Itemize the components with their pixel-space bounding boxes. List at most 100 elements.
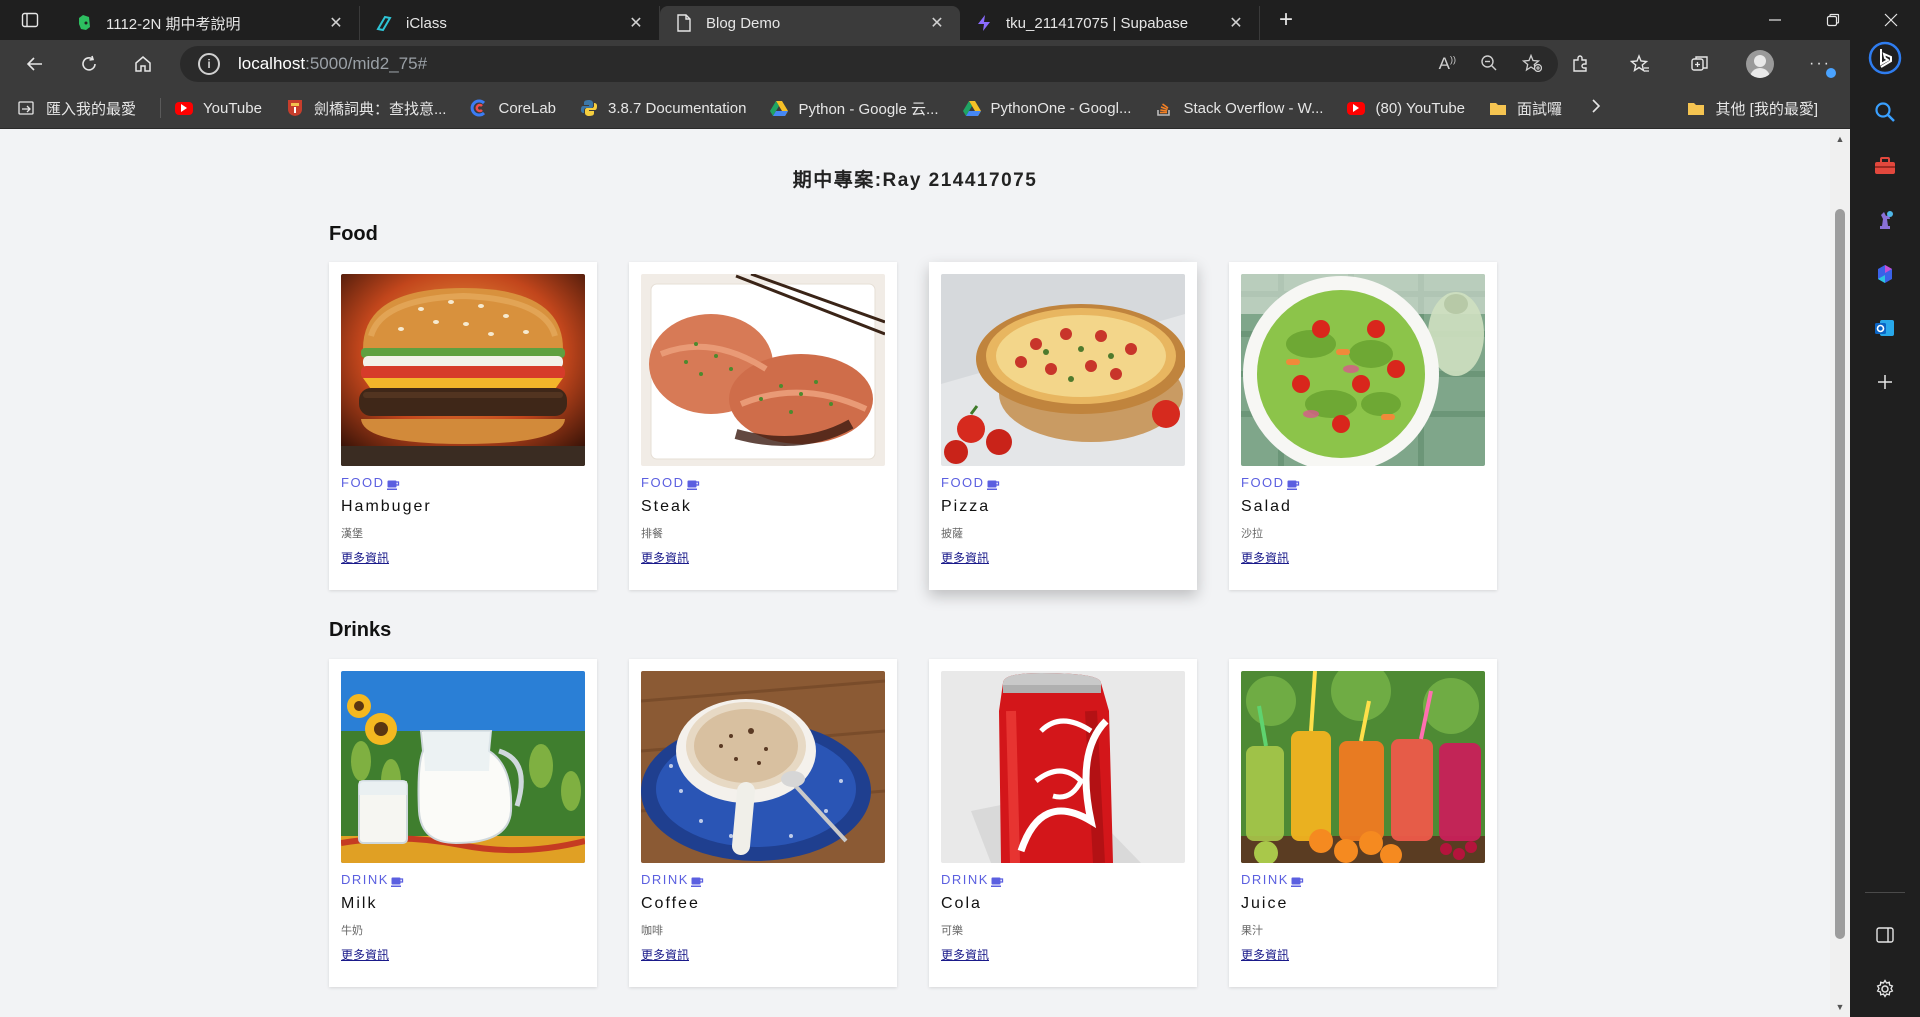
- site-info-icon[interactable]: i: [198, 53, 220, 75]
- scrollbar-thumb[interactable]: [1835, 209, 1845, 939]
- cola-image: [941, 671, 1185, 863]
- drink-card[interactable]: DRINK Cola 可樂 更多資訊: [929, 659, 1197, 987]
- supabase-icon: [974, 13, 994, 33]
- close-icon[interactable]: ✕: [627, 13, 645, 33]
- more-info-link[interactable]: 更多資訊: [1241, 946, 1289, 963]
- add-sidebar-app-button[interactable]: [1863, 360, 1907, 404]
- add-favorite-icon[interactable]: [1522, 54, 1542, 72]
- tab-actions-button[interactable]: [0, 0, 60, 40]
- restore-icon: [1826, 13, 1840, 27]
- bookmark-youtube-80[interactable]: (80) YouTube: [1347, 100, 1465, 117]
- category-text: FOOD: [641, 475, 685, 490]
- back-button[interactable]: [8, 40, 62, 88]
- food-card[interactable]: FOOD Salad 沙拉 更多資訊: [1229, 262, 1497, 590]
- close-icon[interactable]: ✕: [1227, 13, 1245, 33]
- zoom-out-icon[interactable]: [1480, 54, 1498, 72]
- read-aloud-icon[interactable]: A)): [1439, 54, 1456, 74]
- address-bar[interactable]: i localhost:5000/mid2_75# A)): [180, 46, 1558, 82]
- youtube-icon: [1347, 101, 1366, 115]
- restore-button[interactable]: [1804, 0, 1862, 40]
- category-text: DRINK: [1241, 872, 1289, 887]
- more-info-link[interactable]: 更多資訊: [1241, 549, 1289, 566]
- minimize-icon: [1769, 19, 1781, 21]
- outlook-sidebar-button[interactable]: [1863, 306, 1907, 350]
- tab-title: Blog Demo: [706, 14, 781, 32]
- tab-iclass[interactable]: iClass ✕: [360, 6, 660, 40]
- home-button[interactable]: [116, 40, 170, 88]
- settings-more-button[interactable]: ···: [1790, 40, 1850, 88]
- tab-supabase[interactable]: tku_211417075 | Supabase ✕: [960, 6, 1260, 40]
- youtube-icon: [175, 101, 194, 115]
- item-name: Juice: [1241, 895, 1289, 912]
- bookmark-other-favorites[interactable]: 其他 [我的最愛]: [1687, 98, 1818, 119]
- notification-badge-icon: [1826, 68, 1836, 78]
- drink-card[interactable]: DRINK Juice 果汁 更多資訊: [1229, 659, 1497, 987]
- page-scrollbar[interactable]: ▲ ▼: [1830, 129, 1850, 1017]
- close-icon: [1884, 13, 1898, 27]
- bookmark-folder-interview[interactable]: 面試囉: [1489, 98, 1562, 119]
- chevron-right-icon[interactable]: [1590, 98, 1602, 119]
- home-icon: [135, 56, 151, 72]
- category-label: FOOD: [941, 475, 1185, 490]
- section-title-food: Food: [329, 223, 378, 245]
- food-card[interactable]: FOOD Hambuger 漢堡 更多資訊: [329, 262, 597, 590]
- profile-button[interactable]: [1730, 40, 1790, 88]
- coffee-cup-icon: [990, 875, 1004, 887]
- new-tab-button[interactable]: +: [1266, 3, 1306, 37]
- tab-blog-demo[interactable]: Blog Demo ✕: [660, 6, 960, 40]
- collections-button[interactable]: [1670, 40, 1730, 88]
- refresh-button[interactable]: [62, 40, 116, 88]
- python-icon: [580, 99, 598, 117]
- bookmark-label: 其他 [我的最愛]: [1715, 100, 1818, 118]
- more-info-link[interactable]: 更多資訊: [641, 946, 689, 963]
- drinks-grid: DRINK Milk 牛奶 更多資訊 DRINK Coffee 咖啡 更多資訊: [329, 659, 1497, 987]
- bookmark-cambridge[interactable]: 劍橋詞典：查找意...: [286, 98, 447, 119]
- item-name: Salad: [1241, 498, 1292, 515]
- bookmark-corelab[interactable]: CoreLab: [470, 99, 556, 117]
- extensions-button[interactable]: [1550, 40, 1610, 88]
- navigation-toolbar: i localhost:5000/mid2_75# A)) ···: [0, 40, 1850, 88]
- gear-icon: [1876, 979, 1894, 998]
- hide-sidebar-button[interactable]: [1863, 913, 1907, 957]
- more-info-link[interactable]: 更多資訊: [941, 946, 989, 963]
- category-label: FOOD: [641, 475, 885, 490]
- bookmark-import-favorites[interactable]: 匯入我的最愛: [18, 98, 136, 119]
- scroll-down-icon[interactable]: ▼: [1830, 999, 1850, 1015]
- more-info-link[interactable]: 更多資訊: [941, 549, 989, 566]
- close-window-button[interactable]: [1862, 0, 1920, 40]
- close-icon[interactable]: ✕: [928, 13, 946, 33]
- games-sidebar-button[interactable]: [1863, 198, 1907, 242]
- iclass-icon: [374, 13, 394, 33]
- bookmark-youtube[interactable]: YouTube: [175, 100, 262, 117]
- search-sidebar-button[interactable]: [1863, 90, 1907, 134]
- food-card[interactable]: FOOD Steak 排餐 更多資訊: [629, 262, 897, 590]
- tools-sidebar-button[interactable]: [1863, 144, 1907, 188]
- arrow-left-icon: [26, 57, 42, 71]
- bing-copilot-button[interactable]: [1863, 36, 1907, 80]
- drink-card[interactable]: DRINK Coffee 咖啡 更多資訊: [629, 659, 897, 987]
- more-info-link[interactable]: 更多資訊: [641, 549, 689, 566]
- plus-icon: [1878, 375, 1892, 389]
- item-name: Milk: [341, 895, 378, 912]
- folder-icon: [1687, 99, 1705, 117]
- evernote-icon: [74, 13, 94, 33]
- favorites-button[interactable]: [1610, 40, 1670, 88]
- bing-icon: [1868, 41, 1902, 75]
- bookmark-stackoverflow[interactable]: Stack Overflow - W...: [1155, 99, 1323, 117]
- sidebar-settings-button[interactable]: [1863, 967, 1907, 1011]
- minimize-button[interactable]: [1746, 0, 1804, 40]
- bookmark-pythonone[interactable]: PythonOne - Googl...: [962, 99, 1131, 117]
- food-card[interactable]: FOOD Pizza 披薩 更多資訊: [929, 262, 1197, 590]
- puzzle-icon: [1573, 55, 1587, 72]
- bookmark-label: 劍橋詞典：查找意...: [313, 100, 447, 118]
- bookmark-python-docs[interactable]: 3.8.7 Documentation: [580, 99, 746, 117]
- scroll-up-icon[interactable]: ▲: [1830, 131, 1850, 147]
- bookmark-python-google[interactable]: Python - Google 云...: [770, 98, 939, 119]
- more-info-link[interactable]: 更多資訊: [341, 549, 389, 566]
- tab-evernote[interactable]: 1112-2N 期中考說明 ✕: [60, 6, 360, 40]
- more-info-link[interactable]: 更多資訊: [341, 946, 389, 963]
- bookmark-label: 3.8.7 Documentation: [608, 99, 747, 117]
- close-icon[interactable]: ✕: [327, 13, 345, 33]
- drink-card[interactable]: DRINK Milk 牛奶 更多資訊: [329, 659, 597, 987]
- copilot-sidebar-button[interactable]: [1863, 252, 1907, 296]
